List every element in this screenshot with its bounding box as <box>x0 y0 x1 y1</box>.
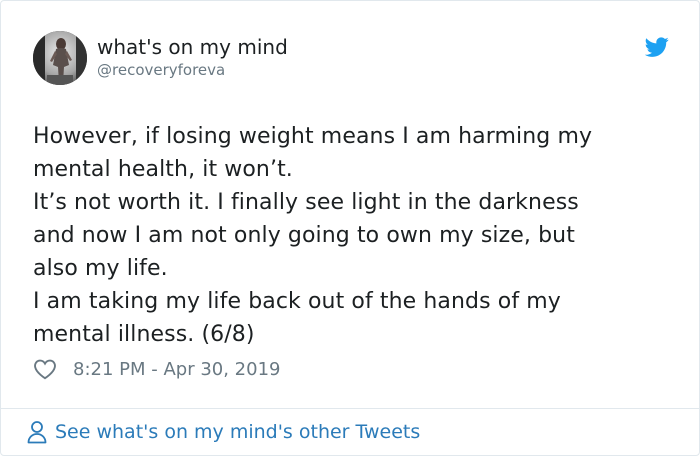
display-name[interactable]: what's on my mind <box>97 34 288 60</box>
divider <box>1 408 699 409</box>
other-tweets-link[interactable]: See what's on my mind's other Tweets <box>26 419 420 445</box>
tweet-timestamp[interactable]: 8:21 PM - Apr 30, 2019 <box>73 359 280 380</box>
tweet-text: However, if losing weight means I am har… <box>33 124 593 347</box>
tweet-card: what's on my mind @recoveryforeva Howeve… <box>0 0 700 456</box>
avatar[interactable] <box>33 31 87 85</box>
tweet-meta: 8:21 PM - Apr 30, 2019 <box>33 356 280 382</box>
twitter-bird-icon[interactable] <box>645 35 669 59</box>
other-tweets-link-text[interactable]: See what's on my mind's other Tweets <box>55 421 420 443</box>
heart-icon[interactable] <box>33 357 57 381</box>
handle[interactable]: @recoveryforeva <box>97 60 225 80</box>
avatar-image <box>33 31 87 85</box>
person-icon <box>27 421 47 444</box>
tweet-header: what's on my mind @recoveryforeva <box>33 31 675 87</box>
